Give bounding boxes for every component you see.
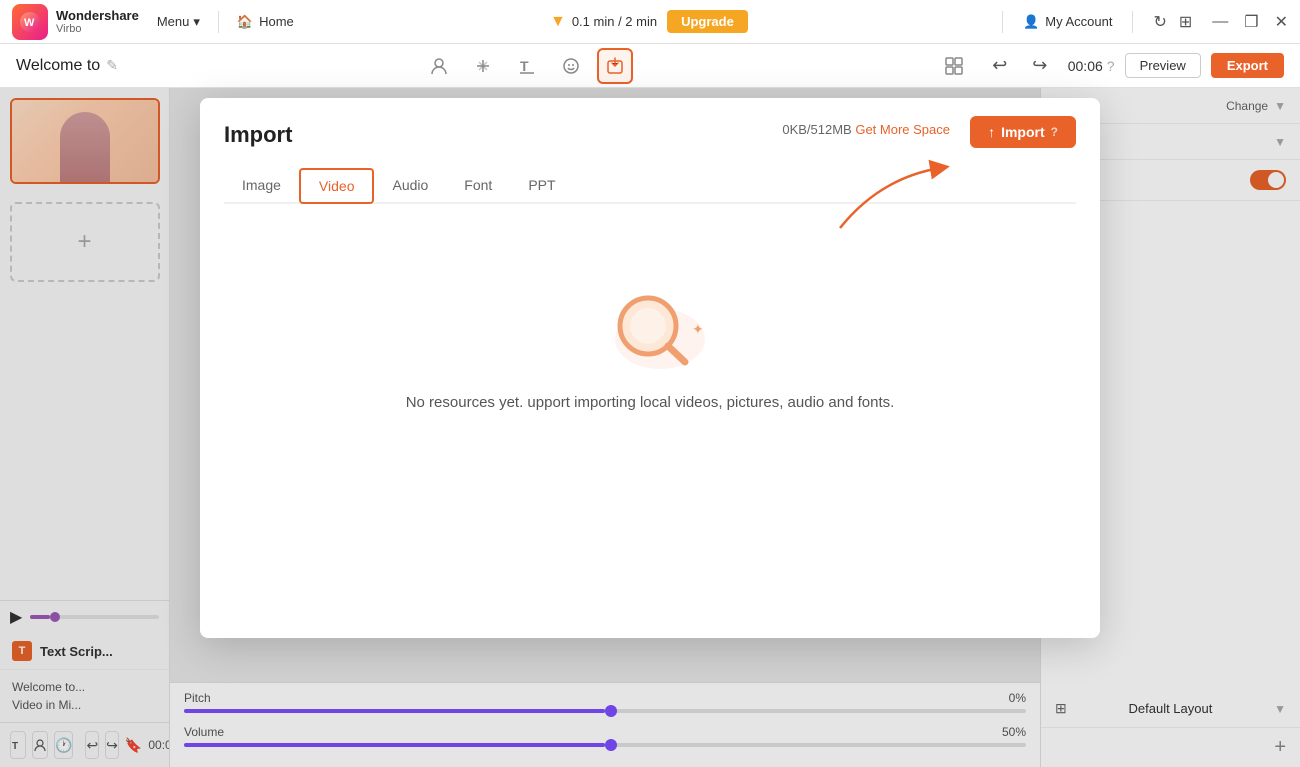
app-logo-icon: W: [12, 4, 48, 40]
divider2: [1002, 11, 1003, 33]
modal-overlay: Import Image Video Audio Font PPT 0KB/51…: [0, 88, 1300, 767]
titlebar-center: ▼ 0.1 min / 2 min Upgrade: [304, 10, 994, 33]
redo-button[interactable]: ↪: [1022, 48, 1058, 84]
home-icon: 🏠: [237, 14, 253, 30]
titlebar-right: 👤 My Account ↻ ⊞ — ❐ ✕: [994, 11, 1288, 33]
project-title: Welcome to ✎: [16, 57, 118, 75]
export-button[interactable]: Export: [1211, 53, 1284, 78]
tab-audio[interactable]: Audio: [374, 168, 446, 204]
upgrade-button[interactable]: Upgrade: [667, 10, 748, 33]
home-button[interactable]: 🏠 Home: [227, 10, 304, 34]
tab-image[interactable]: Image: [224, 168, 299, 204]
divider3: [1132, 11, 1133, 33]
svg-text:T: T: [520, 58, 529, 74]
minimize-button[interactable]: —: [1212, 13, 1228, 31]
svg-text:W: W: [24, 17, 35, 29]
avatar-tool-button[interactable]: [421, 48, 457, 84]
logo-area: W Wondershare Virbo: [12, 4, 139, 40]
tab-font[interactable]: Font: [446, 168, 510, 204]
subtoolbar-right: ↩ ↪ 00:06 ? Preview Export: [936, 48, 1284, 84]
subtoolbar-tools: T: [118, 48, 936, 84]
undo-button[interactable]: ↩: [982, 48, 1018, 84]
credit-badge: ▼ 0.1 min / 2 min: [550, 13, 657, 31]
account-button[interactable]: 👤 My Account: [1023, 14, 1112, 30]
layout-view-button[interactable]: [936, 48, 972, 84]
help-icon[interactable]: ?: [1107, 58, 1115, 74]
import-help-icon: ?: [1051, 125, 1058, 139]
credit-icon: ▼: [550, 13, 566, 31]
window-controls: — ❐ ✕: [1212, 12, 1288, 32]
account-icon: 👤: [1023, 14, 1039, 30]
upload-icon: ↑: [988, 124, 995, 140]
import-tool-button[interactable]: [597, 48, 633, 84]
subtoolbar: Welcome to ✎ T ↩ ↪ 00:06 ? Preview: [0, 44, 1300, 88]
time-display: 00:06 ?: [1068, 58, 1115, 74]
app-name: Wondershare Virbo: [56, 8, 139, 36]
storage-info: 0KB/512MB Get More Space: [782, 122, 950, 137]
divider: [218, 11, 219, 33]
text-tool-button[interactable]: T: [509, 48, 545, 84]
import-modal: Import Image Video Audio Font PPT 0KB/51…: [200, 98, 1100, 638]
svg-text:✦: ✦: [692, 321, 704, 337]
get-more-space-link[interactable]: Get More Space: [855, 122, 950, 137]
grid-button[interactable]: ⊞: [1179, 12, 1192, 32]
tab-video[interactable]: Video: [299, 168, 375, 204]
tab-ppt[interactable]: PPT: [510, 168, 573, 204]
undo-redo-group: ↩ ↪: [982, 48, 1058, 84]
import-button[interactable]: ↑ Import ?: [970, 116, 1076, 148]
empty-text: No resources yet. upport importing local…: [406, 394, 895, 411]
preview-button[interactable]: Preview: [1125, 53, 1201, 78]
menu-button[interactable]: Menu ▾: [147, 10, 210, 34]
empty-state: ✦ No resources yet. upport importing loc…: [224, 224, 1076, 451]
sticker-tool-button[interactable]: [553, 48, 589, 84]
edit-title-icon[interactable]: ✎: [106, 57, 118, 74]
restore-button[interactable]: ↻: [1153, 12, 1166, 32]
main-area: 1 + ▶ T Text Scrip... Welcome to... Vide…: [0, 88, 1300, 767]
maximize-button[interactable]: ❐: [1244, 12, 1258, 32]
effect-tool-button[interactable]: [465, 48, 501, 84]
empty-icon: ✦: [600, 284, 700, 374]
modal-tabs: Image Video Audio Font PPT: [224, 168, 1076, 204]
titlebar: W Wondershare Virbo Menu ▾ 🏠 Home ▼ 0.1 …: [0, 0, 1300, 44]
close-button[interactable]: ✕: [1275, 12, 1288, 32]
